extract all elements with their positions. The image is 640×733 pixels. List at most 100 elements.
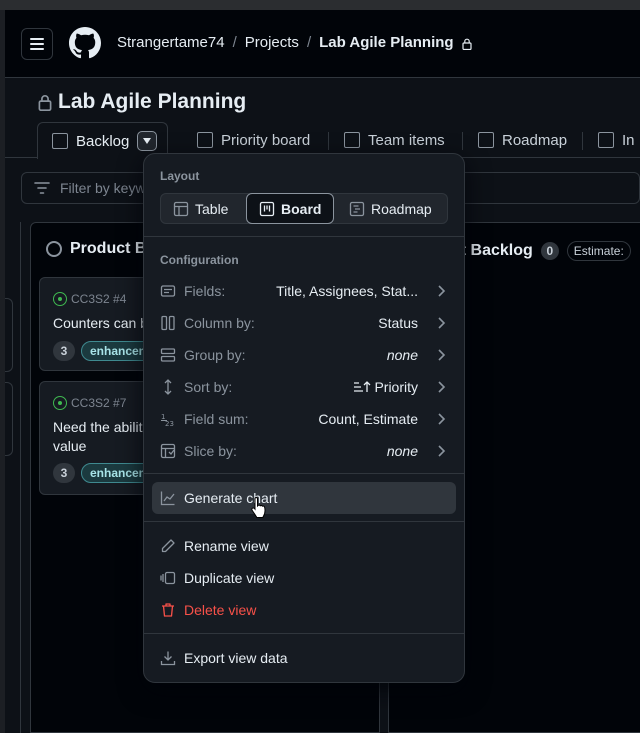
config-value: Title, Assignees, Stat... [276,283,418,299]
layout-option-label: Roadmap [371,200,432,217]
configuration-heading: Configuration [160,253,239,267]
action-label: Duplicate view [184,570,275,586]
chevron-right-icon [438,445,446,457]
item-count-badge: 0 [540,242,559,260]
status-circle-icon [46,241,62,257]
config-value: none [386,443,418,459]
card-id: CC3S2 #4 [53,292,126,306]
view-options-menu: Layout Table Board Roadmap Configuration [143,153,465,683]
config-label: Sort by: [184,379,233,395]
layout-heading: Layout [160,169,200,183]
breadcrumb-separator: / [306,34,312,51]
card-title-line: Need the abilit [53,419,143,435]
chevron-right-icon [438,413,446,425]
layout-roadmap-option[interactable]: Roadmap [337,194,444,223]
board-icon [197,132,213,148]
roadmap-icon [478,132,494,148]
card-title-line: value [53,438,87,454]
delete-view-button[interactable]: Delete view [152,594,456,626]
roadmap-icon [349,201,365,216]
estimate-badge: 3 [53,341,75,361]
rename-view-button[interactable]: Rename view [152,530,456,562]
menu-divider [144,633,464,634]
layout-segmented-control: Table Board Roadmap [160,193,448,224]
breadcrumb: Strangertame74 / Projects / Lab Agile Pl… [117,34,472,51]
board-icon [52,133,68,149]
table-icon [173,201,189,216]
page-title: Lab Agile Planning [38,90,246,114]
lock-icon [38,94,52,111]
tab-label: Priority board [221,131,311,149]
column-header: Product B [46,240,146,258]
download-icon [160,651,176,666]
chart-icon [160,491,175,506]
card-id-text[interactable]: CC3S2 #7 [71,396,126,410]
tab-divider [582,132,583,150]
filter-placeholder: Filter by keyw [60,180,146,196]
trash-icon [162,603,174,617]
layout-option-label: Table [195,200,229,217]
fields-option[interactable]: Fields: Title, Assignees, Stat... [152,275,456,307]
action-label: Rename view [184,538,269,554]
chevron-right-icon [438,285,446,297]
generate-chart-button[interactable]: Generate chart [152,482,456,514]
view-options-button[interactable] [137,131,158,151]
tab-label: Backlog [76,132,130,150]
sort-icon [164,379,172,395]
column-title: Product B [70,240,147,257]
card-title[interactable]: Need the abilit value [53,418,143,456]
card-edge [5,298,13,372]
slice-by-option[interactable]: Slice by: none [152,435,456,467]
table-icon [344,132,360,148]
config-value: Status [378,315,418,331]
card-id: CC3S2 #7 [53,396,126,410]
tab-divider [462,132,463,150]
estimate-badge: 3 [53,463,75,483]
layout-table-option[interactable]: Table [161,194,240,223]
hamburger-line [30,43,44,45]
filter-icon [34,182,50,194]
action-label: Export view data [184,650,288,666]
card-edge [5,382,13,456]
duplicate-icon [160,571,176,585]
duplicate-view-button[interactable]: Duplicate view [152,562,456,594]
sort-by-option[interactable]: Sort by: Priority [152,371,456,403]
chevron-right-icon [438,381,446,393]
column-by-option[interactable]: Column by: Status [152,307,456,339]
config-value: Count, Estimate [318,411,418,427]
config-label: Group by: [184,347,246,363]
tab-label: Roadmap [502,131,568,149]
browser-top-strip [0,0,640,10]
breadcrumb-projects[interactable]: Projects [245,34,299,51]
field-sum-option[interactable]: 1 23 Field sum: Count, Estimate [152,403,456,435]
hand-cursor-icon [251,496,266,518]
breadcrumb-current-project[interactable]: Lab Agile Planning [319,34,453,51]
tab-in[interactable]: In [598,122,635,158]
config-value: Priority [353,379,418,395]
hamburger-menu-button[interactable] [21,28,53,60]
board-icon [259,201,275,216]
tab-divider [328,132,329,150]
fields-icon [160,285,176,297]
column-icon [161,315,175,331]
config-value: none [386,347,418,363]
app-header: Strangertame74 / Projects / Lab Agile Pl… [5,10,640,78]
config-label: Field sum: [184,411,249,427]
slice-icon [160,443,176,459]
card-title[interactable]: Counters can b [53,314,148,333]
github-logo-icon[interactable] [69,27,101,59]
breadcrumb-owner[interactable]: Strangertame74 [117,34,225,51]
layout-board-option[interactable]: Board [246,193,335,224]
sum-icon: 1 23 [161,413,174,427]
lock-icon [461,38,472,50]
group-by-option[interactable]: Group by: none [152,339,456,371]
config-label: Column by: [184,315,255,331]
tab-roadmap[interactable]: Roadmap [478,122,567,158]
breadcrumb-separator: / [232,34,237,51]
sort-ascending-icon [353,381,371,392]
export-view-data-button[interactable]: Export view data [152,642,456,674]
page-title-text: Lab Agile Planning [58,90,247,113]
card-id-text[interactable]: CC3S2 #4 [71,292,126,306]
config-label: Slice by: [184,443,237,459]
estimate-sum-badge: Estimate: [566,241,631,261]
